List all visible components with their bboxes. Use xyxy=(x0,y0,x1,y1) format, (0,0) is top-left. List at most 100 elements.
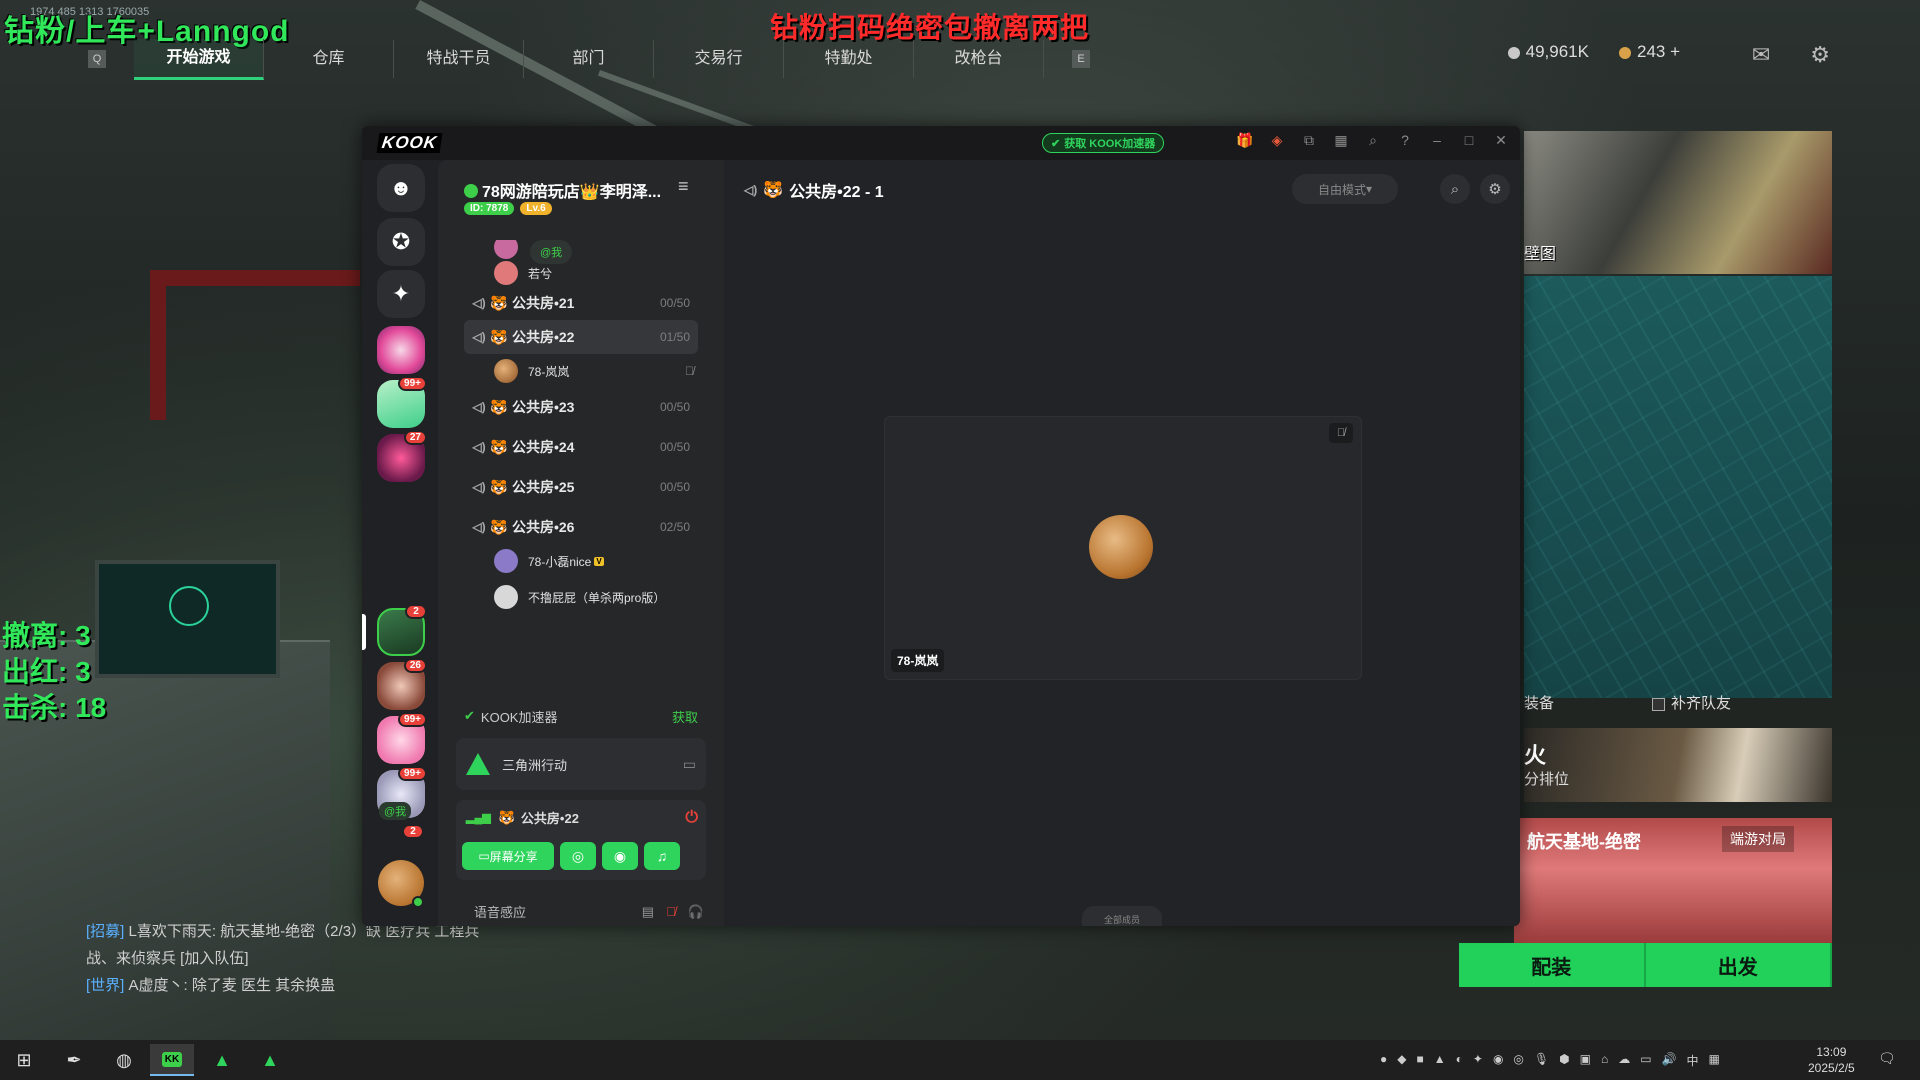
voice-channel-24[interactable]: ◁) 🐯 公共房•24 00/50 xyxy=(464,430,698,464)
nav-gunsmith[interactable]: 改枪台 xyxy=(914,40,1044,78)
mention-pill[interactable]: @我 xyxy=(530,240,573,264)
noise-reduction-button[interactable]: ◎ xyxy=(560,842,596,870)
steam-icon[interactable]: ◍ xyxy=(102,1044,146,1076)
minimize-icon[interactable]: – xyxy=(1428,132,1446,149)
voice-activation-label[interactable]: 语音感应 xyxy=(474,902,526,921)
delta-force-launcher-icon[interactable]: ▲ xyxy=(248,1044,292,1076)
tray-cloud-icon[interactable]: ☁ xyxy=(1618,1052,1630,1069)
close-icon[interactable]: ✕ xyxy=(1492,132,1510,149)
member-item[interactable]: 78-小磊nice V xyxy=(494,546,694,576)
screenshot-icon[interactable]: ⧉ xyxy=(1300,132,1318,149)
server-icon[interactable]: 26 xyxy=(377,658,427,710)
server-header[interactable]: 78网游陪玩店👑李明泽... ≡ ID: 7878 Lv.6 xyxy=(438,160,724,224)
game-activity-card[interactable]: 三角洲行动 ▭ xyxy=(456,738,706,790)
discover-button[interactable]: ✪ xyxy=(377,218,425,266)
member-item[interactable]: 不撸屁屁（单杀两pro版） xyxy=(494,582,694,612)
room-settings-icon[interactable]: ⚙ xyxy=(1480,174,1510,204)
mode-card-ranked[interactable] xyxy=(1524,728,1832,802)
feather-app-icon[interactable]: ✒ xyxy=(52,1044,96,1076)
nav-start-game[interactable]: 开始游戏 xyxy=(134,38,264,80)
nav-department[interactable]: 部门 xyxy=(524,40,654,78)
server-icon[interactable]: 99+ xyxy=(377,712,427,764)
event-hat-icon[interactable]: ◈ xyxy=(1268,132,1286,149)
monitor-icon[interactable]: ▭ xyxy=(683,756,696,773)
loadout-button[interactable]: 配装 xyxy=(1459,943,1646,987)
settings-gear-icon[interactable]: ⚙ xyxy=(1810,42,1830,68)
ai-assistant-button[interactable]: ✦ xyxy=(377,270,425,318)
windows-start-icon[interactable]: ⊞ xyxy=(2,1044,46,1076)
voice-channel-25[interactable]: ◁) 🐯 公共房•25 00/50 xyxy=(464,470,698,504)
tray-app-icon[interactable]: ● xyxy=(1380,1052,1387,1069)
server-menu-icon[interactable]: ≡ xyxy=(678,176,689,197)
tray-mic-icon[interactable]: 🎙 xyxy=(1534,1052,1549,1069)
member-item[interactable]: 78-岚岚 🎙̸ xyxy=(494,356,694,386)
server-icon[interactable]: 99+ xyxy=(377,376,427,428)
voice-channel-26[interactable]: ◁) 🐯 公共房•26 02/50 xyxy=(464,510,698,544)
tray-app-icon[interactable]: ✦ xyxy=(1473,1052,1483,1069)
music-button[interactable]: ♫ xyxy=(644,842,680,870)
tray-app-icon[interactable]: ◎ xyxy=(1513,1052,1523,1069)
server-icon-active[interactable]: 2 xyxy=(377,604,427,656)
gold-currency[interactable]: 243 + xyxy=(1618,42,1680,62)
server-icon[interactable]: 27 xyxy=(377,430,427,482)
server-name: 78网游陪玩店👑李明泽... xyxy=(464,178,679,202)
fill-team-toggle[interactable]: 补齐队友 xyxy=(1652,692,1731,713)
tray-app-icon[interactable]: ■ xyxy=(1416,1052,1423,1069)
all-members-button[interactable]: 全部成员 xyxy=(1082,906,1162,926)
tray-app-icon[interactable]: ◆ xyxy=(1397,1052,1406,1069)
volume-icon[interactable]: 🔊 xyxy=(1662,1052,1677,1069)
get-accelerator-button[interactable]: ✔ 获取 KOOK加速器 xyxy=(1042,133,1165,153)
room-search-icon[interactable]: ⌕ xyxy=(1440,174,1470,204)
nav-operators[interactable]: 特战干员 xyxy=(394,40,524,78)
kook-taskbar-icon[interactable]: KK xyxy=(150,1044,194,1076)
layout-icon[interactable]: ▦ xyxy=(1332,132,1350,149)
leaf-icon: ✔ xyxy=(464,708,475,723)
tray-app-icon[interactable]: ⬢ xyxy=(1559,1052,1569,1069)
tray-app-icon[interactable]: ▣ xyxy=(1580,1052,1591,1069)
noise-icon: ◎ xyxy=(571,847,585,864)
map-preview[interactable] xyxy=(1524,276,1832,698)
voice-channel-22[interactable]: ◁) 🐯 公共房•22 01/50 xyxy=(464,320,698,354)
tray-app-icon[interactable]: ▲ xyxy=(1434,1052,1446,1069)
system-clock[interactable]: 13:09 2025/2/5 xyxy=(1808,1044,1855,1076)
mode-dropdown[interactable]: 自由模式 ▾ xyxy=(1292,174,1398,204)
tiger-emoji-icon: 🐯 xyxy=(763,182,784,199)
screen-share-label: 屏幕分享 xyxy=(489,849,538,864)
soundboard-button[interactable]: ◉ xyxy=(602,842,638,870)
ime-indicator[interactable]: 中 xyxy=(1687,1052,1699,1069)
notification-icon[interactable]: 🗨 xyxy=(1878,1050,1896,1067)
gift-icon[interactable]: 🎁 xyxy=(1236,132,1254,149)
accelerator-get-link[interactable]: 获取 xyxy=(672,707,698,726)
keyboard-icon[interactable]: ▤ xyxy=(642,904,654,920)
voice-channel-21[interactable]: ◁) 🐯 公共房•21 00/50 xyxy=(464,286,698,320)
participant-tile[interactable]: 78-岚岚 🎙̸ xyxy=(884,416,1362,680)
nav-trading[interactable]: 交易行 xyxy=(654,40,784,78)
network-icon[interactable]: ▭ xyxy=(1640,1052,1651,1069)
voice-channel-23[interactable]: ◁) 🐯 公共房•23 00/50 xyxy=(464,390,698,424)
chat-line[interactable]: 战、来侦察兵 [加入队伍] xyxy=(86,945,479,972)
maximize-icon[interactable]: □ xyxy=(1460,132,1478,149)
headphones-icon[interactable]: 🎧 xyxy=(688,904,704,920)
help-icon[interactable]: ? xyxy=(1396,132,1414,149)
mode-ranked-title: 火 xyxy=(1524,743,1547,768)
tray-app-icon[interactable]: ◉ xyxy=(1493,1052,1503,1069)
screen-share-button[interactable]: ▭ 屏幕分享 xyxy=(462,842,554,870)
search-icon[interactable]: ⌕ xyxy=(1364,132,1382,149)
tray-app-icon[interactable]: ◐ xyxy=(1456,1052,1463,1069)
stat-kills: 击杀: 18 xyxy=(2,692,107,723)
disconnect-power-icon[interactable]: ⏻ xyxy=(685,809,698,827)
event-banner-image[interactable] xyxy=(1524,131,1832,274)
delta-force-taskbar-icon[interactable]: ▲ xyxy=(200,1044,244,1076)
keyboard-layout-icon[interactable]: ▦ xyxy=(1709,1052,1720,1069)
direct-messages-button[interactable]: ☻ xyxy=(377,164,425,212)
tray-app-icon[interactable]: ⌂ xyxy=(1601,1052,1608,1069)
depart-button[interactable]: 出发 xyxy=(1645,943,1832,987)
server-icon[interactable] xyxy=(377,326,425,374)
mic-muted-icon[interactable]: 🎙̸ xyxy=(666,904,676,920)
avatar xyxy=(494,549,518,573)
nav-warehouse[interactable]: 仓库 xyxy=(264,40,394,78)
member-item[interactable]: 若兮 xyxy=(494,258,694,288)
nav-special-service[interactable]: 特勤处 xyxy=(784,40,914,78)
mention-indicator[interactable]: @我 xyxy=(379,802,412,820)
mail-icon[interactable]: ✉ xyxy=(1752,42,1770,68)
